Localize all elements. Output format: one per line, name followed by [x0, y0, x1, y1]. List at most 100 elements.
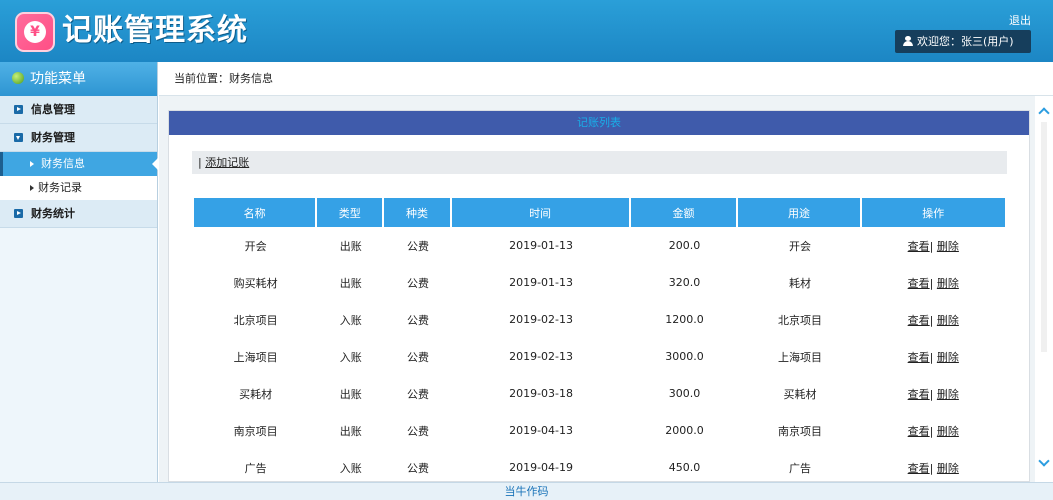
- table-row: 广告 入账 公费 2019-04-19 450.0 广告 查看| 删除: [194, 449, 1005, 482]
- column-header-kind: 种类: [384, 198, 452, 227]
- cell-name: 买耗材: [239, 387, 273, 401]
- app-header: ¥ 记账管理系统 退出 欢迎您：张三(用户): [0, 0, 1053, 62]
- view-link[interactable]: 查看: [908, 314, 930, 327]
- column-header-actions: 操作: [861, 198, 1005, 227]
- add-record-link[interactable]: 添加记账: [205, 156, 249, 169]
- vertical-scrollbar[interactable]: [1035, 96, 1053, 482]
- cell-type: 入账: [339, 461, 362, 475]
- cell-actions: 查看| 删除: [862, 264, 1005, 301]
- cell-name: 广告: [244, 461, 267, 475]
- table-row: 开会 出账 公费 2019-01-13 200.0 开会 查看| 删除: [194, 227, 1005, 264]
- cell-amount: 3000.0: [665, 350, 704, 363]
- cell-date: 2019-02-13: [509, 313, 574, 326]
- cell-actions: 查看| 删除: [862, 375, 1005, 412]
- scrollbar-thumb[interactable]: [1041, 122, 1047, 352]
- sidebar-item-finance-info[interactable]: 财务信息: [0, 152, 158, 176]
- action-separator: |: [929, 239, 934, 253]
- delete-link[interactable]: 删除: [937, 462, 959, 475]
- cell-date: 2019-01-13: [509, 276, 574, 289]
- delete-link[interactable]: 删除: [937, 240, 959, 253]
- cell-use: 南京项目: [777, 424, 822, 438]
- cell-type: 入账: [339, 313, 362, 327]
- cell-amount: 2000.0: [665, 424, 704, 437]
- delete-link[interactable]: 删除: [937, 277, 959, 290]
- sidebar-item-finance-records[interactable]: 财务记录: [0, 176, 157, 200]
- cell-amount: 200.0: [668, 239, 701, 252]
- welcome-text: 欢迎您：张三(用户): [917, 35, 1014, 48]
- cell-name: 上海项目: [233, 350, 278, 364]
- delete-link[interactable]: 删除: [937, 388, 959, 401]
- cell-type: 出账: [339, 276, 362, 290]
- cell-use: 耗材: [788, 276, 811, 290]
- scroll-up-icon[interactable]: [1039, 106, 1049, 116]
- table-row: 上海项目 入账 公费 2019-02-13 3000.0 上海项目 查看| 删除: [194, 338, 1005, 375]
- sidebar-group-info[interactable]: 信息管理: [0, 96, 157, 124]
- page-footer: 当牛作码: [0, 482, 1053, 500]
- cell-kind: 公费: [406, 276, 429, 290]
- delete-link[interactable]: 删除: [937, 425, 959, 438]
- breadcrumb: 当前位置：财务信息: [159, 62, 1053, 96]
- app-title: 记账管理系统: [62, 13, 248, 48]
- cell-kind: 公费: [406, 350, 429, 364]
- view-link[interactable]: 查看: [908, 351, 930, 364]
- expand-right-icon: [14, 209, 23, 218]
- cell-type: 出账: [339, 387, 362, 401]
- cell-actions: 查看| 删除: [862, 338, 1005, 375]
- cell-actions: 查看| 删除: [862, 227, 1005, 264]
- column-header-date: 时间: [451, 198, 631, 227]
- cell-date: 2019-02-13: [509, 350, 574, 363]
- user-icon: [903, 36, 913, 46]
- delete-link[interactable]: 删除: [937, 351, 959, 364]
- yen-glyph: ¥: [24, 21, 46, 43]
- table-row: 买耗材 出账 公费 2019-03-18 300.0 买耗材 查看| 删除: [194, 375, 1005, 412]
- records-table: 名称 类型 种类 时间 金额 用途 操作 开会 出账 公费 2019-01-13…: [194, 198, 1005, 482]
- cell-name: 购买耗材: [233, 276, 278, 290]
- sidebar-item-label: 财务信息: [41, 157, 85, 170]
- table-row: 南京项目 出账 公费 2019-04-13 2000.0 南京项目 查看| 删除: [194, 412, 1005, 449]
- cell-kind: 公费: [406, 239, 429, 253]
- view-link[interactable]: 查看: [908, 240, 930, 253]
- yen-logo-icon: ¥: [15, 12, 55, 52]
- cell-type: 出账: [339, 239, 362, 253]
- cell-date: 2019-04-19: [509, 461, 574, 474]
- action-separator: |: [929, 461, 934, 475]
- panel-title: 记账列表: [169, 111, 1029, 135]
- sidebar-group-label: 财务管理: [31, 131, 75, 144]
- collapse-down-icon: [14, 133, 23, 142]
- view-link[interactable]: 查看: [908, 425, 930, 438]
- column-header-amount: 金额: [630, 198, 739, 227]
- welcome-badge: 欢迎您：张三(用户): [895, 30, 1031, 53]
- delete-link[interactable]: 删除: [937, 314, 959, 327]
- cell-name: 南京项目: [233, 424, 278, 438]
- cell-actions: 查看| 删除: [862, 301, 1005, 338]
- cell-use: 开会: [788, 239, 811, 253]
- table-header-row: 名称 类型 种类 时间 金额 用途 操作: [194, 198, 1005, 227]
- cell-kind: 公费: [406, 424, 429, 438]
- cell-use: 买耗材: [783, 387, 817, 401]
- cell-actions: 查看| 删除: [862, 449, 1005, 482]
- cell-kind: 公费: [406, 387, 429, 401]
- cell-use: 北京项目: [777, 313, 822, 327]
- sidebar-group-label: 财务统计: [31, 207, 75, 220]
- expand-right-icon: [14, 105, 23, 114]
- cell-amount: 450.0: [668, 461, 701, 474]
- table-row: 购买耗材 出账 公费 2019-01-13 320.0 耗材 查看| 删除: [194, 264, 1005, 301]
- panel-toolbar: | 添加记账: [192, 151, 1007, 174]
- cell-date: 2019-03-18: [509, 387, 574, 400]
- cell-date: 2019-01-13: [509, 239, 574, 252]
- cell-amount: 300.0: [668, 387, 701, 400]
- cell-type: 入账: [339, 350, 362, 364]
- cell-use: 广告: [788, 461, 811, 475]
- view-link[interactable]: 查看: [908, 277, 930, 290]
- logout-link[interactable]: 退出: [1009, 12, 1031, 28]
- table-row: 北京项目 入账 公费 2019-02-13 1200.0 北京项目 查看| 删除: [194, 301, 1005, 338]
- sidebar-group-finance[interactable]: 财务管理: [0, 124, 157, 152]
- sidebar-item-label: 财务记录: [38, 181, 82, 194]
- cell-kind: 公费: [406, 313, 429, 327]
- action-separator: |: [929, 350, 934, 364]
- view-link[interactable]: 查看: [908, 462, 930, 475]
- sidebar-title-label: 功能菜单: [30, 71, 86, 87]
- view-link[interactable]: 查看: [908, 388, 930, 401]
- scroll-down-icon[interactable]: [1039, 458, 1049, 468]
- sidebar-group-stats[interactable]: 财务统计: [0, 200, 157, 228]
